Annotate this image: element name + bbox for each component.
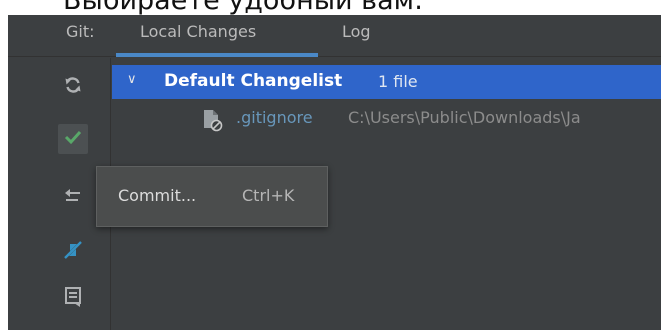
changelist-file-count: 1 file bbox=[378, 72, 418, 91]
diff-arrows-icon bbox=[64, 241, 82, 263]
commit-tooltip: Commit... Ctrl+K bbox=[96, 166, 328, 227]
commit-button[interactable] bbox=[58, 124, 88, 154]
shelf-icon bbox=[64, 287, 82, 311]
chevron-down-icon[interactable]: ∨ bbox=[127, 72, 137, 87]
refresh-button[interactable] bbox=[58, 72, 88, 102]
page-heading-text: Выбираете удобный вам: bbox=[63, 0, 424, 16]
file-path: C:\Users\Public\Downloads\Ja bbox=[348, 108, 581, 127]
show-diff-button[interactable] bbox=[58, 237, 88, 267]
changelist-name: Default Changelist bbox=[164, 71, 343, 91]
ignored-file-icon bbox=[202, 108, 224, 132]
rollback-icon bbox=[64, 187, 82, 209]
git-tool-window: Git: Local Changes Log ∨ Default Changel… bbox=[8, 15, 661, 330]
tooltip-shortcut: Ctrl+K bbox=[242, 186, 295, 205]
rollback-button[interactable] bbox=[58, 183, 88, 213]
changelist-row[interactable]: ∨ Default Changelist 1 file bbox=[112, 65, 661, 99]
file-name: .gitignore bbox=[236, 108, 313, 127]
shelf-button[interactable] bbox=[58, 284, 88, 314]
commit-check-icon bbox=[64, 129, 82, 149]
tab-log[interactable]: Log bbox=[342, 22, 371, 41]
git-label: Git: bbox=[66, 22, 95, 41]
tooltip-label: Commit... bbox=[118, 186, 197, 205]
refresh-icon bbox=[64, 76, 82, 98]
file-row[interactable]: .gitignore C:\Users\Public\Downloads\Ja bbox=[112, 106, 661, 136]
git-tab-bar: Git: Local Changes Log bbox=[8, 15, 661, 57]
active-tab-indicator bbox=[116, 53, 318, 57]
tab-local-changes[interactable]: Local Changes bbox=[140, 22, 256, 41]
